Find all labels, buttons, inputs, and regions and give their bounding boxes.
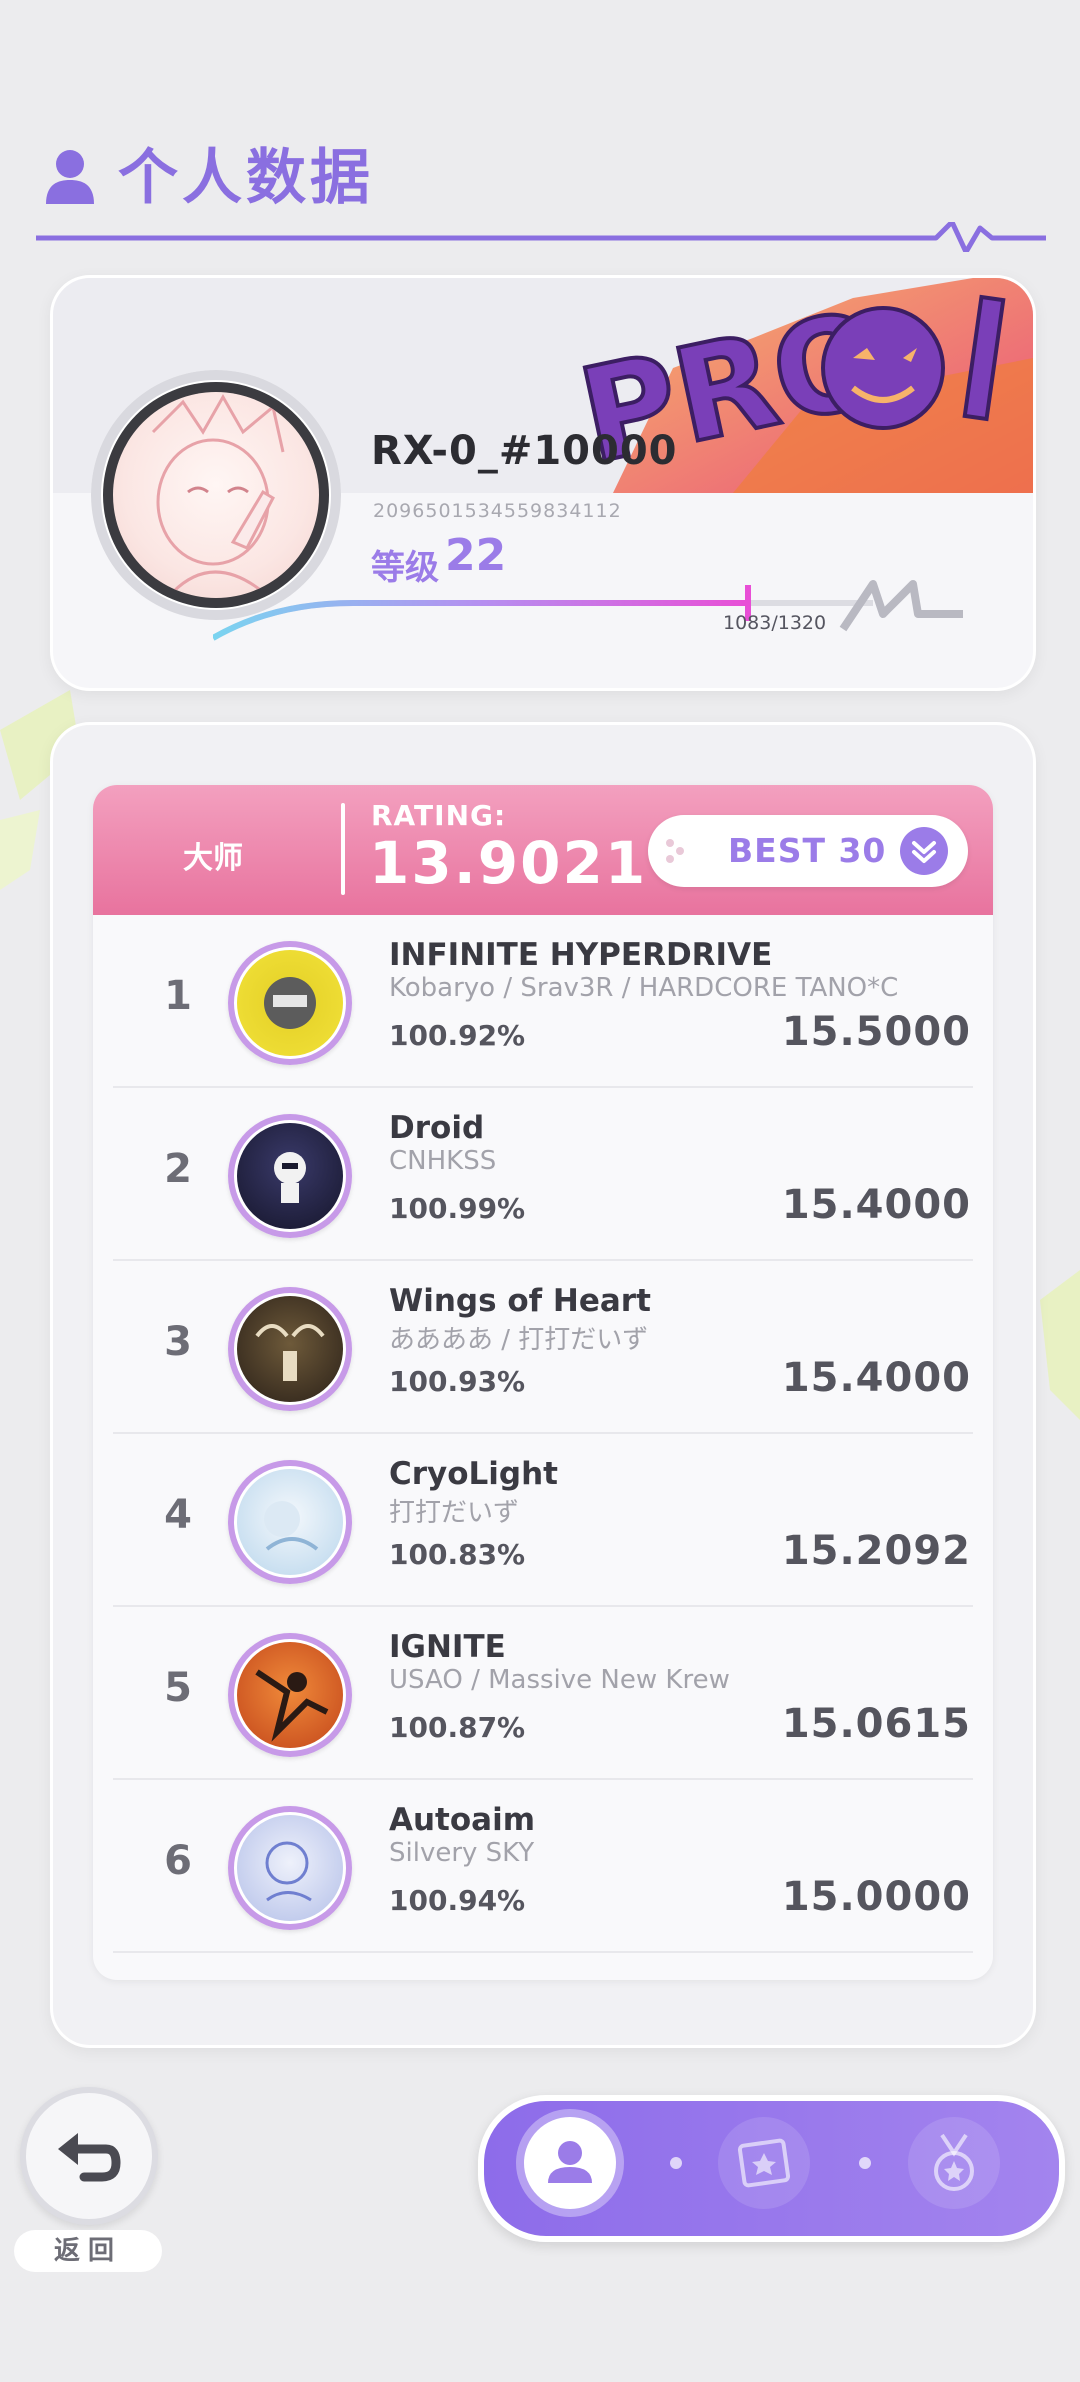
jacket-art xyxy=(274,1152,306,1203)
song-accuracy: 100.83% xyxy=(389,1538,526,1571)
best30-label: BEST 30 xyxy=(728,831,887,870)
song-accuracy: 100.93% xyxy=(389,1365,526,1398)
rating-label: RATING: xyxy=(371,799,507,832)
difficulty-label: 大师 xyxy=(183,841,243,876)
nav-profile-button[interactable] xyxy=(524,2117,616,2209)
song-accuracy: 100.99% xyxy=(389,1192,526,1225)
nav-card-button[interactable] xyxy=(718,2117,810,2209)
profile-card[interactable]: PRO RX-0_#10000 2096501534559834112 等级 2… xyxy=(50,275,1036,691)
song-rating: 15.4000 xyxy=(781,1355,971,1401)
score-rank: 3 xyxy=(164,1319,192,1365)
dots-icon xyxy=(666,839,684,863)
username: RX-0_#10000 xyxy=(371,428,678,474)
medal-nav-icon xyxy=(934,2133,974,2191)
back-arrow-icon xyxy=(58,2133,121,2182)
score-rank: 2 xyxy=(164,1146,192,1192)
song-title: Wings of Heart xyxy=(389,1283,651,1319)
header-divider xyxy=(341,803,345,895)
song-accuracy: 100.94% xyxy=(389,1884,526,1917)
score-row[interactable]: 4 CryoLight 打打だいず 100.83% 15.2092 xyxy=(93,1434,993,1607)
row-divider xyxy=(113,1951,973,1953)
score-rank: 1 xyxy=(164,973,192,1019)
page-header: 个人数据 xyxy=(36,140,1046,252)
jacket-art xyxy=(264,977,316,1029)
song-title: Autoaim xyxy=(389,1802,536,1838)
best30-dropdown-button[interactable]: BEST 30 xyxy=(648,815,968,887)
song-jacket xyxy=(237,1296,343,1402)
song-jacket xyxy=(237,950,343,1056)
score-row[interactable]: 3 Wings of Heart ああああ / 打打だいず 100.93% 15… xyxy=(93,1261,993,1434)
rating-value: 13.9021 xyxy=(369,829,648,897)
exp-text: 1083/1320 xyxy=(723,612,827,634)
song-rating: 15.5000 xyxy=(781,1009,971,1055)
score-row[interactable]: 2 Droid CNHKSS 100.99% 15.4000 xyxy=(93,1088,993,1261)
best-list-card: 大师 RATING: 13.9021 BEST 30 1 INFINITE HY… xyxy=(93,785,993,1980)
song-rating: 15.0615 xyxy=(781,1701,971,1747)
jacket-art xyxy=(255,1324,325,1381)
chevron-down-icon xyxy=(900,827,948,875)
avatar[interactable] xyxy=(113,392,319,598)
song-rating: 15.0000 xyxy=(781,1874,971,1920)
back-button[interactable] xyxy=(20,2087,158,2225)
nav-separator-dot xyxy=(670,2157,682,2169)
song-artist: 打打だいず xyxy=(389,1498,520,1528)
profile-nav-icon xyxy=(548,2141,592,2183)
rating-header: 大师 RATING: 13.9021 BEST 30 xyxy=(93,785,993,915)
jacket-art xyxy=(265,1841,312,1902)
level-label: 等级 xyxy=(371,548,439,588)
song-title: Droid xyxy=(389,1110,485,1146)
song-artist: ああああ / 打打だいず xyxy=(389,1325,649,1355)
user-id: 2096501534559834112 xyxy=(373,500,622,522)
song-title: INFINITE HYPERDRIVE xyxy=(389,937,773,973)
jacket-art xyxy=(255,1669,329,1742)
card-nav-icon xyxy=(737,2138,791,2188)
level-value: 22 xyxy=(445,530,507,581)
jacket-art xyxy=(264,1501,319,1551)
bottom-nav xyxy=(478,2095,1065,2242)
page-title: 个人数据 xyxy=(118,143,374,213)
score-row[interactable]: 1 INFINITE HYPERDRIVE Kobaryo / Srav3R /… xyxy=(93,915,993,1088)
score-rank: 5 xyxy=(164,1665,192,1711)
rating-panel: 大师 RATING: 13.9021 BEST 30 1 INFINITE HY… xyxy=(50,722,1036,2048)
back-label[interactable]: 返回 xyxy=(14,2230,162,2272)
song-rating: 15.2092 xyxy=(781,1528,971,1574)
song-jacket xyxy=(237,1642,343,1748)
song-artist: Kobaryo / Srav3R / HARDCORE TANO*C xyxy=(389,973,899,1003)
score-row[interactable]: 6 Autoaim Silvery SKY 100.94% 15.0000 xyxy=(93,1780,993,1953)
score-row[interactable]: 5 IGNITE USAO / Massive New Krew 100.87%… xyxy=(93,1607,993,1780)
song-jacket xyxy=(237,1815,343,1921)
score-rank: 6 xyxy=(164,1838,192,1884)
bg-decoration-right xyxy=(1040,1270,1080,1420)
score-list: 1 INFINITE HYPERDRIVE Kobaryo / Srav3R /… xyxy=(93,915,993,1953)
song-artist: USAO / Massive New Krew xyxy=(389,1665,730,1695)
song-accuracy: 100.92% xyxy=(389,1019,526,1052)
song-artist: Silvery SKY xyxy=(389,1838,535,1868)
heartbeat-line-icon xyxy=(36,222,1046,252)
user-icon xyxy=(46,150,94,204)
song-jacket xyxy=(237,1123,343,1229)
score-rank: 4 xyxy=(164,1492,192,1538)
song-title: CryoLight xyxy=(389,1456,559,1492)
song-rating: 15.4000 xyxy=(781,1182,971,1228)
song-title: IGNITE xyxy=(389,1629,506,1665)
nav-separator-dot xyxy=(859,2157,871,2169)
avatar-illustration xyxy=(151,393,285,594)
game-logo-icon xyxy=(839,580,963,632)
nav-medal-button[interactable] xyxy=(908,2117,1000,2209)
song-artist: CNHKSS xyxy=(389,1146,497,1176)
song-accuracy: 100.87% xyxy=(389,1711,526,1744)
song-jacket xyxy=(237,1469,343,1575)
